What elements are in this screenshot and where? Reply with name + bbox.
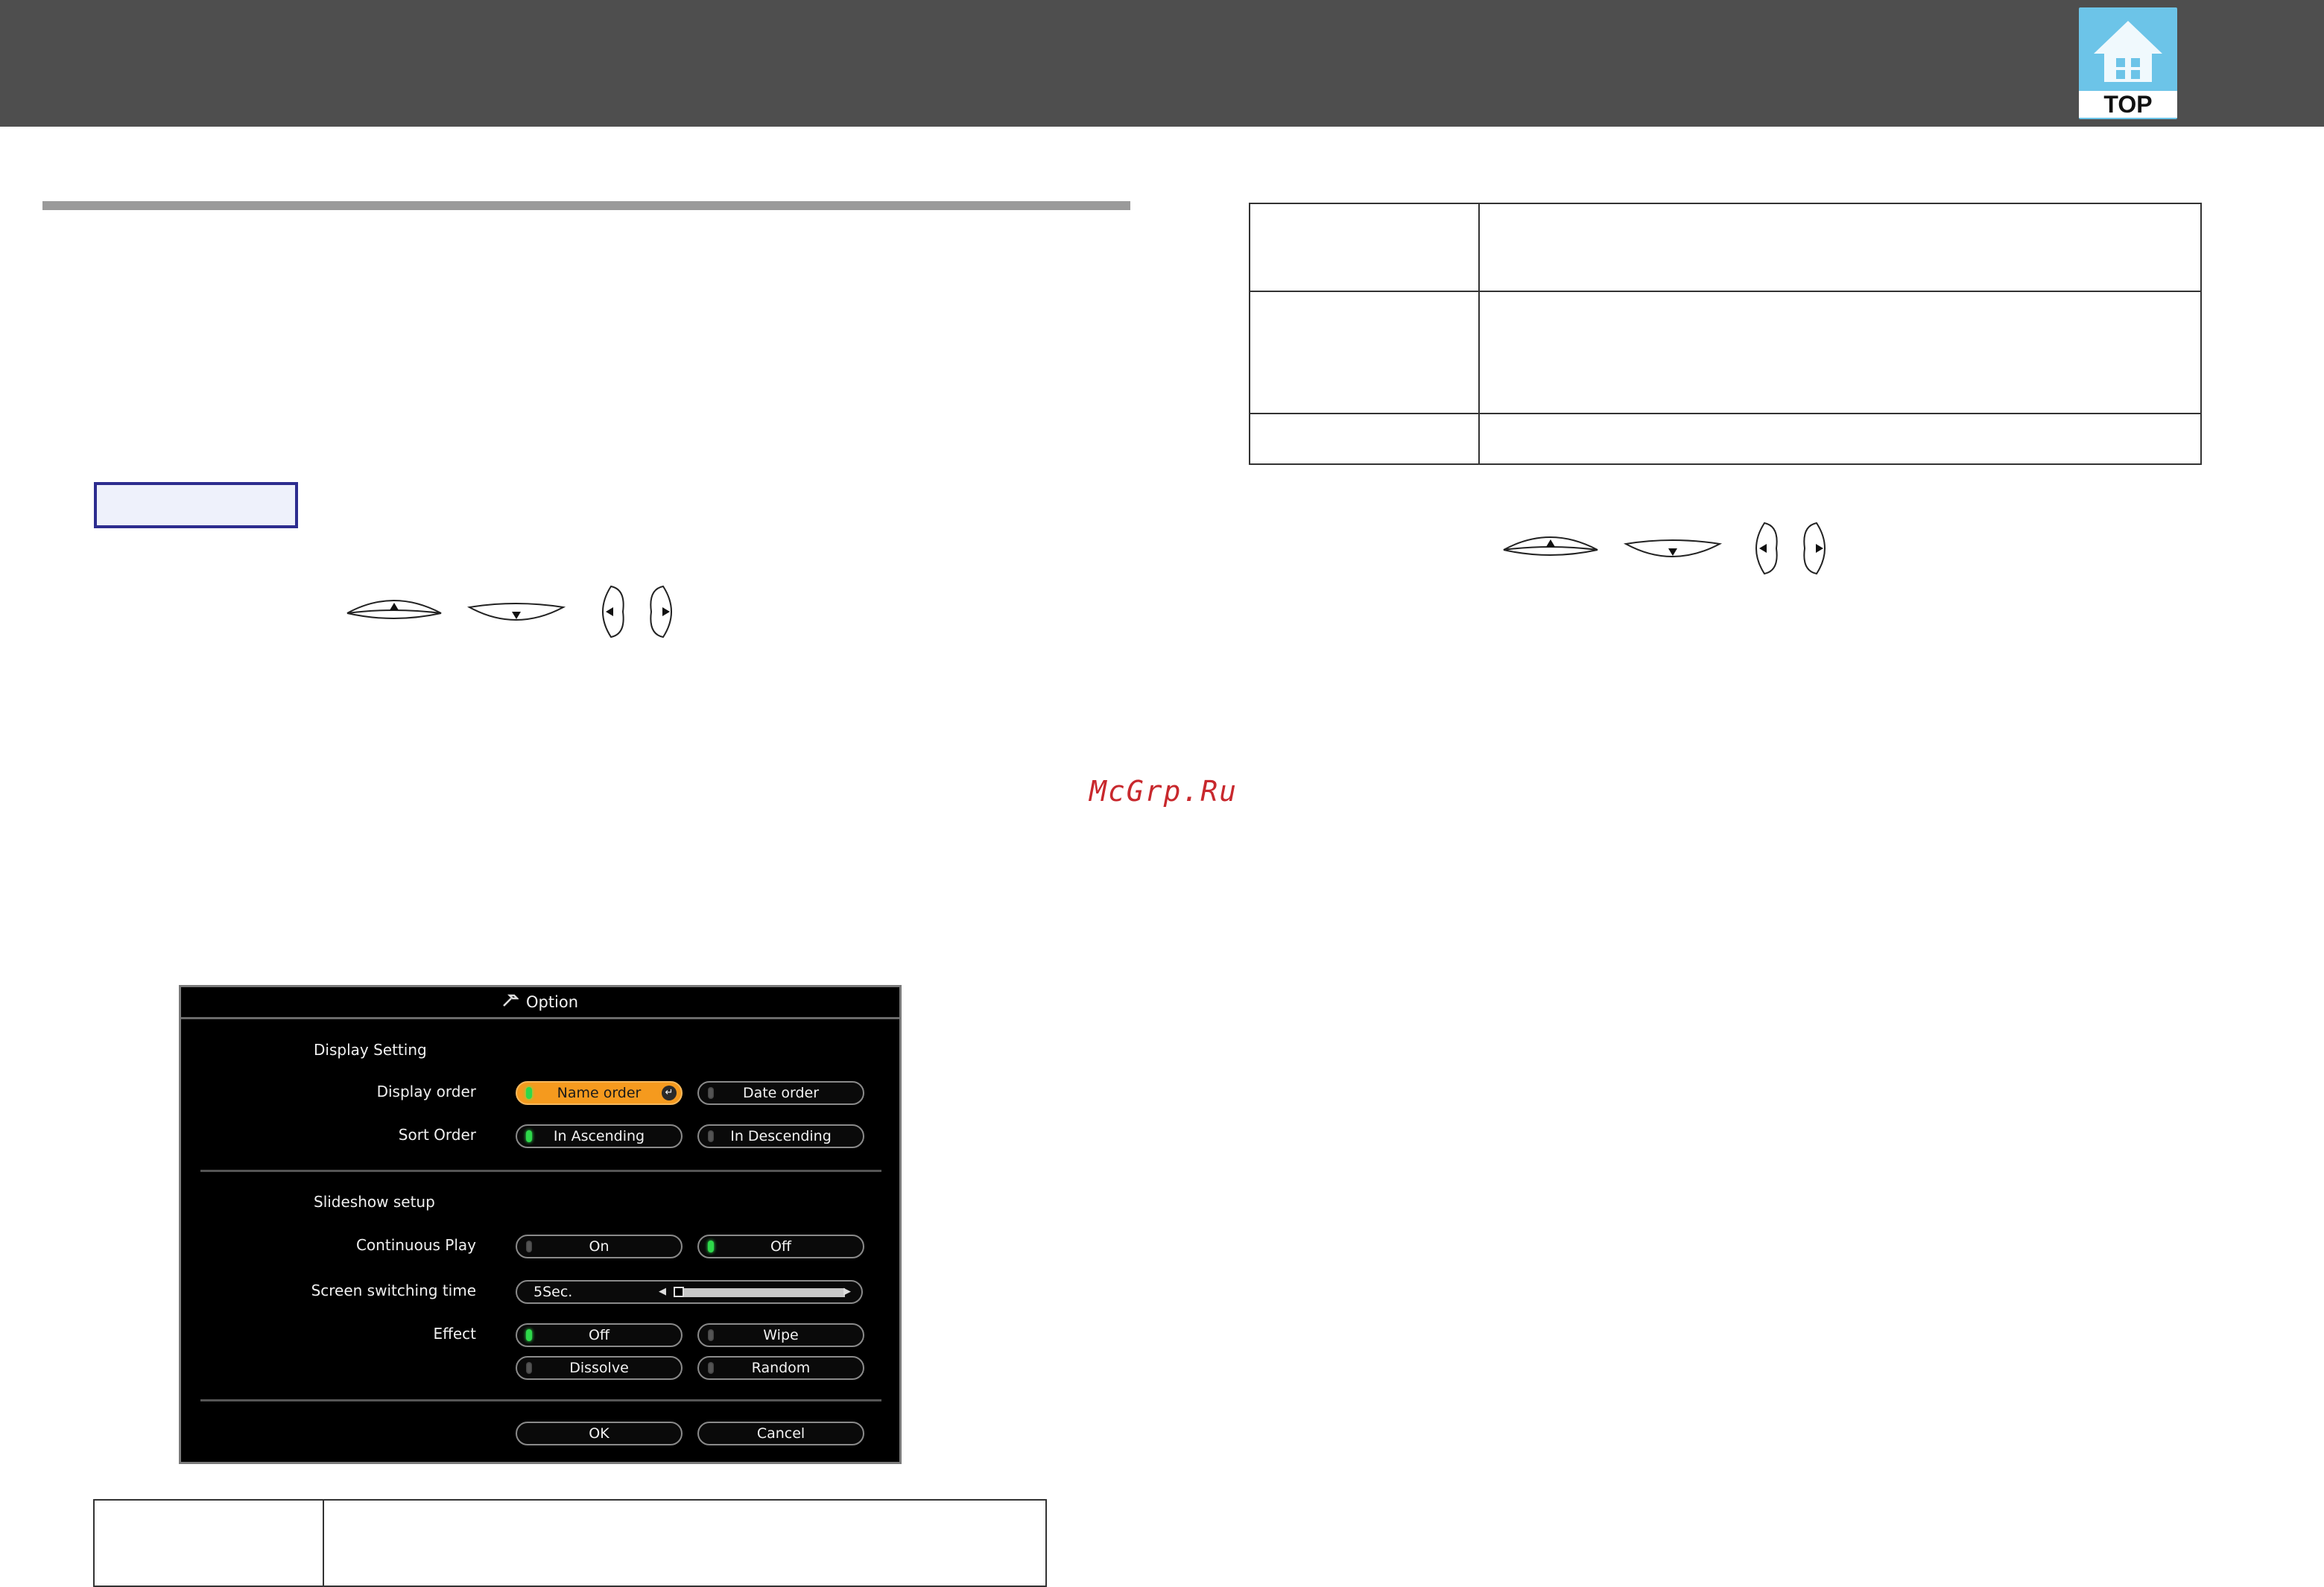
slider-right-arrow-icon[interactable]: ▶ <box>843 1282 851 1302</box>
effect-off-option[interactable]: Off <box>516 1323 683 1347</box>
screen-switching-time-label: Screen switching time <box>311 1282 476 1299</box>
table-row <box>1249 291 2202 414</box>
in-ascending-label: In Ascending <box>553 1128 645 1144</box>
left-arrow-key <box>1755 522 1778 575</box>
dialog-title: Option <box>525 993 579 1011</box>
continuous-play-label: Continuous Play <box>355 1236 476 1254</box>
table-cell <box>93 1499 324 1587</box>
effect-wipe-option[interactable]: Wipe <box>697 1323 864 1347</box>
table-cell <box>1478 413 2202 465</box>
settings-table-bottom <box>93 1499 1047 1587</box>
led-off-icon <box>708 1130 714 1142</box>
slider-left-arrow-icon[interactable]: ◀ <box>659 1282 666 1302</box>
in-ascending-option[interactable]: In Ascending <box>516 1124 683 1148</box>
led-on-icon <box>526 1087 532 1099</box>
on-label: On <box>589 1238 610 1255</box>
slider-thumb[interactable] <box>674 1287 684 1297</box>
effect-dissolve-label: Dissolve <box>569 1360 629 1376</box>
name-order-label: Name order <box>557 1085 642 1101</box>
effect-dissolve-option[interactable]: Dissolve <box>516 1356 683 1380</box>
down-arrow-key <box>1623 539 1723 557</box>
display-setting-heading: Display Setting <box>314 1041 427 1059</box>
in-descending-option[interactable]: In Descending <box>697 1124 864 1148</box>
up-arrow-key <box>346 600 442 619</box>
up-arrow-key <box>1503 536 1598 556</box>
table-row <box>93 1499 1047 1587</box>
table-cell <box>1478 203 2202 292</box>
remote-keys-right <box>1501 522 1858 575</box>
led-off-icon <box>526 1241 532 1252</box>
effect-wipe-label: Wipe <box>763 1327 799 1343</box>
table-row <box>1249 203 2202 292</box>
table-cell <box>1249 291 1480 414</box>
effect-random-option[interactable]: Random <box>697 1356 864 1380</box>
continuous-play-on-option[interactable]: On <box>516 1235 683 1258</box>
slideshow-setup-heading: Slideshow setup <box>314 1193 435 1211</box>
screen-switching-time-slider[interactable]: 5Sec. ◀ ▶ <box>516 1280 863 1304</box>
continuous-play-off-option[interactable]: Off <box>697 1235 864 1258</box>
in-descending-label: In Descending <box>730 1128 832 1144</box>
enter-icon: ↵ <box>662 1086 677 1100</box>
section-rule <box>42 201 1130 210</box>
remote-keys-left <box>344 585 702 639</box>
divider <box>200 1170 881 1172</box>
led-on-icon <box>526 1130 532 1142</box>
divider <box>200 1399 881 1401</box>
led-off-icon <box>526 1362 532 1374</box>
table-cell <box>323 1499 1047 1587</box>
switching-time-value: 5Sec. <box>533 1284 573 1300</box>
led-on-icon <box>708 1241 714 1252</box>
led-on-icon <box>526 1329 532 1341</box>
date-order-option[interactable]: Date order <box>697 1081 864 1105</box>
settings-table-right <box>1249 203 2202 465</box>
right-arrow-key <box>650 585 672 639</box>
cancel-button[interactable]: Cancel <box>697 1422 864 1445</box>
table-cell <box>1249 413 1480 465</box>
display-order-label: Display order <box>376 1083 476 1100</box>
option-dialog: Option Display Setting Display order Nam… <box>179 985 902 1464</box>
dialog-title-bar: Option <box>181 987 899 1019</box>
house-icon <box>2094 21 2162 82</box>
effect-label: Effect <box>433 1325 476 1343</box>
top-label: TOP <box>2079 91 2177 118</box>
led-off-icon <box>708 1329 714 1341</box>
off-label: Off <box>770 1238 792 1255</box>
led-off-icon <box>708 1362 714 1374</box>
table-cell <box>1478 291 2202 414</box>
slider-track <box>674 1288 845 1297</box>
watermark: McGrp.Ru <box>1089 775 1238 808</box>
left-arrow-key <box>602 585 624 639</box>
effect-off-label: Off <box>588 1327 610 1343</box>
table-cell <box>1249 203 1480 292</box>
wrench-icon <box>502 987 519 1017</box>
top-button[interactable]: TOP <box>2079 7 2177 119</box>
sort-order-label: Sort Order <box>398 1126 476 1144</box>
down-arrow-key <box>466 603 566 621</box>
ok-button[interactable]: OK <box>516 1422 683 1445</box>
effect-random-label: Random <box>751 1360 811 1376</box>
procedure-box <box>94 482 298 528</box>
header-bar <box>0 0 2324 127</box>
name-order-option[interactable]: Name order ↵ <box>516 1081 683 1105</box>
right-arrow-key <box>1803 522 1826 575</box>
led-off-icon <box>708 1087 714 1099</box>
date-order-label: Date order <box>742 1085 820 1101</box>
table-row <box>1249 413 2202 465</box>
